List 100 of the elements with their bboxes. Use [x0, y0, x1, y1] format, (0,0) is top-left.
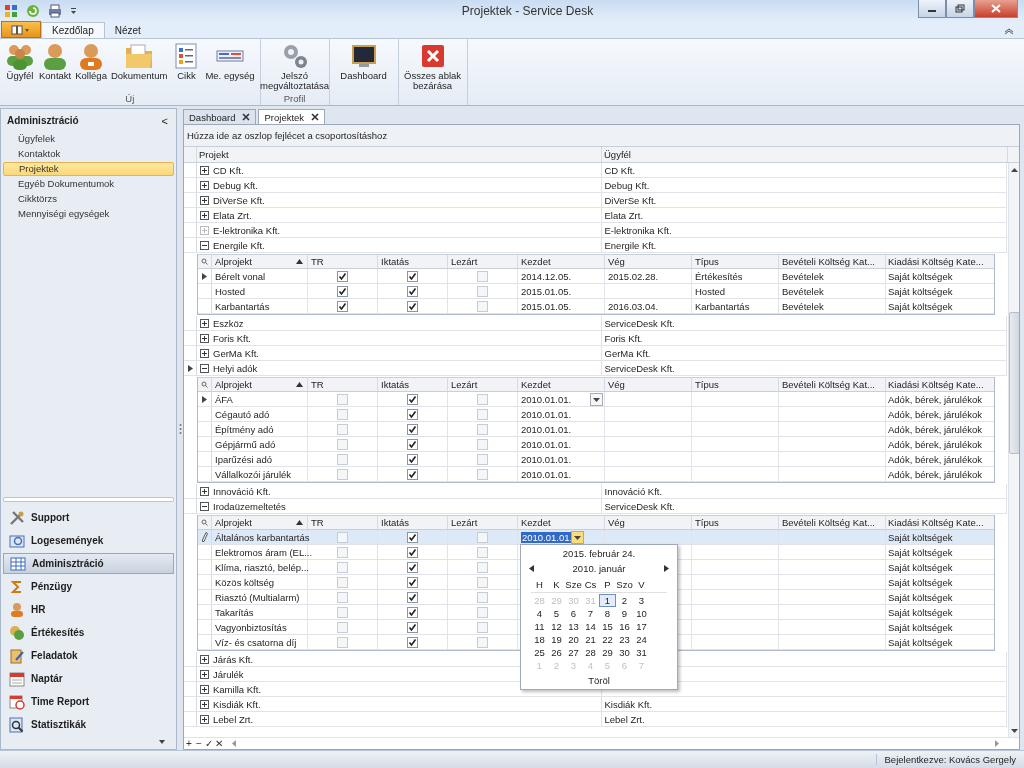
previous-month-icon[interactable]: [529, 564, 534, 572]
checkbox[interactable]: [337, 393, 348, 405]
expand-icon[interactable]: [200, 333, 209, 343]
collapse-button[interactable]: <: [161, 115, 168, 127]
ribbon-button[interactable]: Dashboard: [332, 39, 395, 105]
search-icon[interactable]: [201, 519, 208, 526]
calendar-day[interactable]: 18: [531, 633, 548, 646]
calendar-day[interactable]: 3: [633, 594, 650, 607]
calendar-day[interactable]: 2: [616, 594, 633, 607]
checkbox[interactable]: [407, 531, 418, 543]
search-icon[interactable]: [201, 258, 208, 265]
splitter-grip-icon[interactable]: [178, 423, 182, 435]
checkbox[interactable]: [337, 285, 348, 297]
minimize-button[interactable]: [918, 0, 946, 18]
calendar-day[interactable]: 22: [599, 633, 616, 646]
nav-item[interactable]: Adminisztráció: [3, 553, 174, 574]
expand-icon[interactable]: [200, 165, 209, 175]
column-header[interactable]: Típus: [692, 255, 779, 268]
checkbox[interactable]: [337, 300, 348, 312]
column-header[interactable]: Ügyfél: [602, 147, 1008, 162]
search-icon[interactable]: [201, 381, 208, 388]
ribbon-button[interactable]: Cikk: [169, 39, 204, 93]
ribbon-tab[interactable]: Kezdőlap: [41, 22, 105, 38]
restore-button[interactable]: [946, 0, 974, 18]
checkbox[interactable]: [477, 621, 488, 633]
sidebar-item[interactable]: Projektek: [3, 162, 174, 176]
calendar-day[interactable]: 28: [582, 646, 599, 659]
checkbox[interactable]: [477, 453, 488, 465]
calendar-day[interactable]: 31: [633, 646, 650, 659]
dropdown-button[interactable]: [571, 531, 584, 544]
ribbon-button[interactable]: Dokumentum: [108, 39, 170, 93]
calendar-day[interactable]: 30: [616, 646, 633, 659]
sidebar-item[interactable]: Mennyiségi egységek: [3, 207, 174, 221]
scroll-right-icon[interactable]: [995, 740, 999, 747]
checkbox[interactable]: [337, 636, 348, 648]
app-icon[interactable]: [4, 4, 18, 18]
calendar-day[interactable]: 24: [633, 633, 650, 646]
checkbox[interactable]: [337, 561, 348, 573]
column-header[interactable]: Bevételi Költség Kat...: [779, 255, 886, 268]
scroll-down-icon[interactable]: [1011, 729, 1018, 733]
checkbox[interactable]: [407, 546, 418, 558]
checkbox[interactable]: [477, 270, 488, 282]
expand-icon[interactable]: [200, 714, 209, 724]
checkbox[interactable]: [337, 546, 348, 558]
checkbox[interactable]: [407, 636, 418, 648]
column-header[interactable]: TR: [308, 516, 378, 529]
column-header[interactable]: Típus: [692, 378, 779, 391]
vertical-scrollbar[interactable]: [1008, 163, 1019, 737]
calendar-day[interactable]: 27: [565, 646, 582, 659]
checkbox[interactable]: [407, 393, 418, 405]
calendar-day[interactable]: 25: [531, 646, 548, 659]
ribbon-button[interactable]: Kontakt: [37, 39, 74, 93]
sidebar-item[interactable]: Cikktörzs: [3, 192, 174, 206]
nav-item[interactable]: Értékesítés: [3, 622, 174, 643]
column-header[interactable]: Vég: [605, 378, 692, 391]
clear-button[interactable]: Töröl: [588, 675, 610, 686]
nav-item[interactable]: Feladatok: [3, 645, 174, 666]
calendar-day[interactable]: 10: [633, 607, 650, 620]
sidebar-item[interactable]: Ügyfelek: [3, 132, 174, 146]
navigator-button[interactable]: ✓: [204, 738, 214, 749]
checkbox[interactable]: [477, 393, 488, 405]
checkbox[interactable]: [407, 468, 418, 480]
column-header[interactable]: Iktatás: [378, 378, 448, 391]
checkbox[interactable]: [477, 591, 488, 603]
checkbox[interactable]: [407, 591, 418, 603]
calendar-day[interactable]: 1: [599, 594, 616, 607]
column-header[interactable]: Alprojekt: [212, 516, 308, 529]
nav-item[interactable]: Pénzügy: [3, 576, 174, 597]
expand-icon[interactable]: [200, 684, 209, 694]
calendar-day[interactable]: 6: [565, 607, 582, 620]
expand-icon[interactable]: [200, 210, 209, 220]
checkbox[interactable]: [407, 270, 418, 282]
column-header[interactable]: TR: [308, 255, 378, 268]
checkbox[interactable]: [407, 408, 418, 420]
refresh-icon[interactable]: [26, 4, 40, 18]
checkbox[interactable]: [477, 468, 488, 480]
column-header[interactable]: Alprojekt: [212, 378, 308, 391]
checkbox[interactable]: [337, 453, 348, 465]
checkbox[interactable]: [337, 408, 348, 420]
close-icon[interactable]: [311, 113, 320, 121]
calendar-day[interactable]: 7: [582, 607, 599, 620]
checkbox[interactable]: [337, 576, 348, 588]
print-icon[interactable]: [48, 4, 62, 18]
expand-icon[interactable]: [200, 195, 209, 205]
navigator-button[interactable]: −: [194, 738, 204, 749]
checkbox[interactable]: [337, 270, 348, 282]
expand-icon[interactable]: [200, 486, 209, 496]
checkbox[interactable]: [407, 453, 418, 465]
column-header[interactable]: Vég: [605, 516, 692, 529]
column-header[interactable]: Iktatás: [378, 255, 448, 268]
ribbon-tab[interactable]: Nézet: [104, 23, 151, 38]
column-header[interactable]: TR: [308, 378, 378, 391]
column-header[interactable]: Alprojekt: [212, 255, 308, 268]
nav-item[interactable]: Naptár: [3, 668, 174, 689]
column-header[interactable]: Bevételi Költség Kat...: [779, 516, 886, 529]
calendar-day[interactable]: 15: [599, 620, 616, 633]
more-icon[interactable]: [158, 739, 166, 745]
calendar-day[interactable]: 11: [531, 620, 548, 633]
checkbox[interactable]: [477, 606, 488, 618]
checkbox[interactable]: [337, 438, 348, 450]
